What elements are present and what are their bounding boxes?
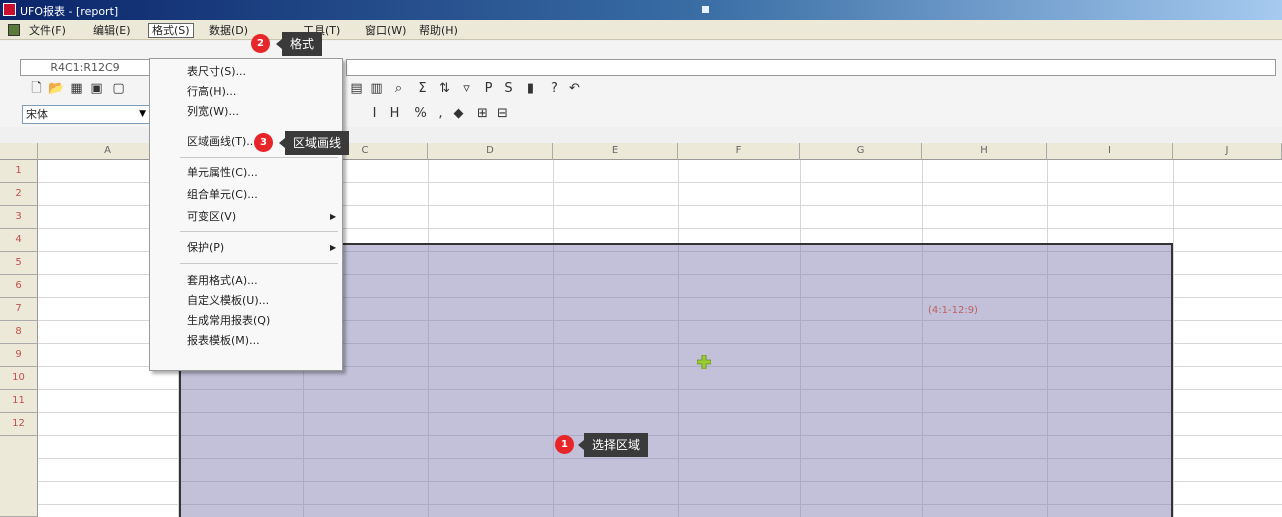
window-title: UFO报表 - [report] — [20, 5, 119, 18]
corner-cell[interactable] — [0, 143, 38, 160]
menu-separator — [180, 263, 338, 264]
sort-icon[interactable]: ⇅ — [436, 80, 453, 97]
insert-row-icon[interactable]: ▤ — [348, 80, 365, 97]
menu-help[interactable]: 帮助(H) — [416, 23, 461, 38]
insert-col-icon[interactable]: ▥ — [368, 80, 385, 97]
callout-draw-lines: 区域画线 — [278, 131, 350, 155]
chevron-down-icon: ▼ — [139, 109, 146, 119]
comma-icon[interactable]: , — [432, 105, 449, 122]
column-header[interactable]: H — [922, 143, 1047, 160]
chevron-right-icon: ▶ — [330, 243, 337, 252]
copy-icon[interactable]: ▢ — [110, 80, 127, 97]
menu-bar: 文件(F) 编辑(E) 格式(S) 数据(D) 工具(T) 窗口(W) 帮助(H… — [0, 20, 1282, 40]
menu-item-combine-cells[interactable]: 组合单元(C)... — [187, 186, 258, 204]
menu-separator — [180, 231, 338, 232]
cell-reference-box[interactable]: R4C1:R12C9 — [20, 59, 150, 76]
menu-item-column-width[interactable]: 列宽(W)... — [187, 103, 239, 121]
column-header[interactable]: G — [800, 143, 922, 160]
undo-icon[interactable]: ↶ — [566, 80, 583, 97]
row-header[interactable]: 7 — [0, 298, 38, 321]
ufo-report-window: UFO报表 - [report] 文件(F) 编辑(E) 格式(S) 数据(D)… — [0, 0, 1282, 517]
menu-window[interactable]: 窗口(W) — [362, 23, 409, 38]
callout-select-range: 选择区域 — [577, 433, 649, 457]
app-icon — [3, 3, 16, 16]
column-header[interactable]: F — [678, 143, 800, 160]
row-header[interactable]: 12 — [0, 413, 38, 436]
row-header[interactable]: 11 — [0, 390, 38, 413]
save-icon[interactable]: ▦ — [68, 80, 85, 97]
menu-file[interactable]: 文件(F) — [26, 23, 69, 38]
column-header[interactable]: E — [553, 143, 678, 160]
chart-icon[interactable]: ▮ — [522, 80, 539, 97]
sum-icon[interactable]: Σ — [414, 80, 431, 97]
menu-item-custom-template[interactable]: 自定义模板(U)... — [187, 292, 269, 310]
crosshair-cursor-icon — [697, 355, 711, 369]
row-header[interactable]: 6 — [0, 275, 38, 298]
print-icon[interactable]: ▣ — [88, 80, 105, 97]
row-header[interactable]: 10 — [0, 367, 38, 390]
title-bar: UFO报表 - [report] — [0, 0, 1282, 20]
font-select[interactable]: 宋体 ▼ — [22, 105, 150, 124]
menu-separator — [180, 157, 338, 158]
menu-item-table-size[interactable]: 表尺寸(S)... — [187, 63, 246, 81]
menu-item-protect[interactable]: 保护(P) — [187, 239, 224, 257]
merge-icon[interactable]: ⊞ — [474, 105, 491, 122]
formula-input[interactable] — [346, 59, 1276, 76]
column-header[interactable]: D — [428, 143, 553, 160]
row-header[interactable]: 8 — [0, 321, 38, 344]
restore-indicator-icon — [702, 6, 709, 13]
bold-icon[interactable]: P — [480, 80, 497, 97]
align-icon[interactable]: H — [386, 105, 403, 122]
percent-icon[interactable]: % — [412, 105, 429, 122]
step-badge: 3 — [254, 133, 273, 152]
callout-format-menu: 格式 — [275, 32, 323, 56]
row-header[interactable]: 9 — [0, 344, 38, 367]
new-icon[interactable]: 🗋 — [28, 80, 45, 97]
menu-item-generate-report[interactable]: 生成常用报表(Q) — [187, 312, 270, 330]
step-badge: 1 — [555, 435, 574, 454]
filter-icon[interactable]: ▿ — [458, 80, 475, 97]
menu-item-cell-properties[interactable]: 单元属性(C)... — [187, 164, 258, 182]
document-icon[interactable] — [8, 24, 20, 36]
grid-line — [1173, 160, 1174, 517]
row-header[interactable]: 4 — [0, 229, 38, 252]
column-header[interactable]: J — [1173, 143, 1282, 160]
menu-edit[interactable]: 编辑(E) — [90, 23, 134, 38]
menu-item-apply-format[interactable]: 套用格式(A)... — [187, 272, 258, 290]
color-icon[interactable]: ◆ — [450, 105, 467, 122]
step-badge: 2 — [251, 34, 270, 53]
open-icon[interactable]: 📂 — [48, 80, 65, 97]
help-icon[interactable]: ? — [546, 80, 563, 97]
column-header[interactable]: I — [1047, 143, 1173, 160]
menu-format[interactable]: 格式(S) — [148, 23, 194, 38]
font-select-value: 宋体 — [26, 108, 48, 121]
menu-item-row-height[interactable]: 行高(H)... — [187, 83, 236, 101]
format-icon[interactable]: S — [500, 80, 517, 97]
format-menu-dropdown: 表尺寸(S)... 行高(H)... 列宽(W)... 区域画线(T)... 单… — [149, 58, 343, 371]
row-header[interactable]: 3 — [0, 206, 38, 229]
menu-data[interactable]: 数据(D) — [206, 23, 251, 38]
menu-item-report-template[interactable]: 报表模板(M)... — [187, 332, 260, 350]
find-icon[interactable]: ⌕ — [390, 80, 407, 97]
chevron-right-icon: ▶ — [330, 212, 337, 221]
menu-item-variable-area[interactable]: 可变区(V) — [187, 208, 236, 226]
row-header[interactable]: 2 — [0, 183, 38, 206]
row-header[interactable]: 1 — [0, 160, 38, 183]
bold-text-icon[interactable]: I — [366, 105, 383, 122]
row-header-filler — [0, 436, 38, 517]
menu-item-draw-region-lines[interactable]: 区域画线(T)... — [187, 133, 257, 151]
selection-range-label: (4:1-12:9) — [928, 305, 978, 316]
row-header[interactable]: 5 — [0, 252, 38, 275]
border-icon[interactable]: ⊟ — [494, 105, 511, 122]
